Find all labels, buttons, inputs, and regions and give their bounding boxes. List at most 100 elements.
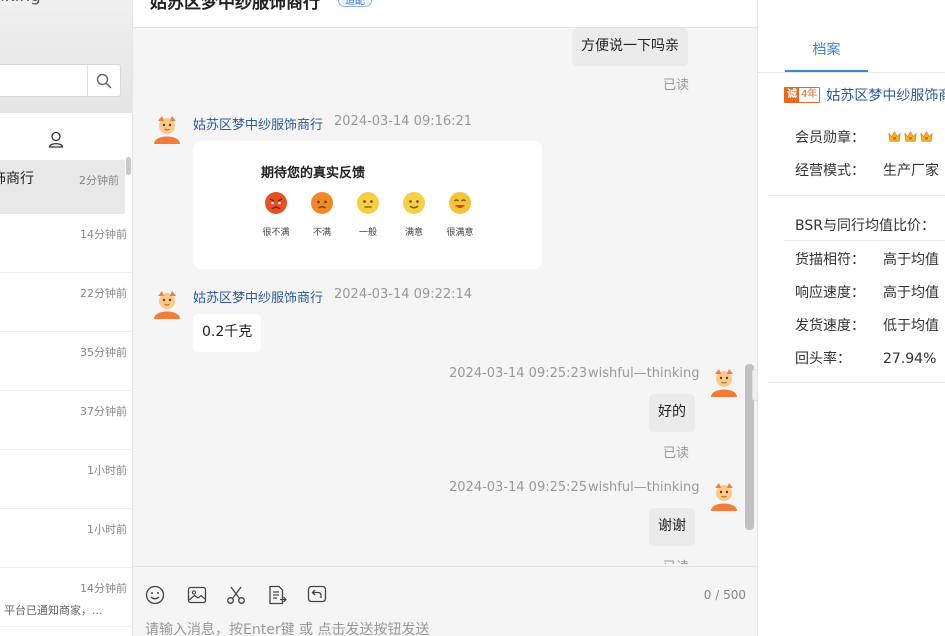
message-list: 方便说一下吗亲 已读 姑苏区梦中纱服饰商行 2024-03-14 09:16:2… [133,28,757,564]
message-bubble: 好的 [649,394,695,432]
feedback-option-very-satisfied[interactable]: 很满意 [440,191,480,238]
message-bubble: 0.2千克 [193,314,262,352]
laughing-face-icon [449,192,471,214]
search-icon [96,73,112,88]
message-sender: wishful—thinking [588,480,700,495]
read-status: 已读 [663,446,690,461]
composer: 0 / 500 [133,566,757,636]
conversation-item[interactable]: 14分钟前 [0,214,132,273]
chat-header: 姑苏区梦中纱服饰商行 适配 [133,0,757,28]
message-input[interactable] [145,619,725,636]
bsr-title: BSR与同行均值比价： [795,218,935,234]
conversation-time: 14分钟前 [80,582,127,595]
message-sender: wishful—thinking [588,366,700,381]
search-button[interactable] [87,65,120,96]
quick-reply-button[interactable] [306,584,328,606]
conversation-time: 37分钟前 [80,405,127,418]
info-row-business-model: 经营模式： 生产厂家 [795,160,939,179]
conversation-time: 22分钟前 [80,287,127,300]
user-icon [48,131,64,148]
sidebar-header: nking [0,0,132,113]
char-count: 0 / 500 [703,588,746,602]
image-icon [187,586,207,604]
feedback-option-label: 满意 [404,228,423,238]
conversation-item[interactable]: 37分钟前 [0,391,132,450]
bsr-value: 27.94% [883,351,937,367]
feedback-option-very-unsatisfied[interactable]: 很不满 [256,191,296,238]
integrity-badge-years: 4年 [801,89,818,100]
member-medals [887,129,934,144]
sidebar-scrollbar[interactable] [126,157,131,175]
merchant-avatar [154,116,180,144]
shop-header: 诚 4年 姑苏区梦中纱服饰商行 [784,86,945,104]
angry-face-icon [311,192,333,214]
message-time: 2024-03-14 09:22:14 [334,287,473,302]
tab-profile[interactable]: 档案 [785,28,868,72]
feedback-title: 期待您的真实反馈 [261,166,366,181]
shop-name-link[interactable]: 姑苏区梦中纱服饰商行 [826,85,945,105]
conversation-time: 14分钟前 [80,228,127,241]
profile-panel: 档案 诚 4年 姑苏区梦中纱服饰商行 会员勋章： 经营模式： 生产厂家 BSR与同… [757,0,945,636]
feedback-option-label: 很满意 [446,228,474,238]
feedback-option-label: 不满 [312,228,331,238]
message-sender: 姑苏区梦中纱服饰商行 [193,118,324,133]
message-time: 2024-03-14 09:16:21 [334,114,473,129]
contacts-tab[interactable] [44,128,68,150]
conversation-item[interactable]: 1小时前 [0,450,132,509]
bsr-row: 发货速度： 低于均值 [795,315,939,334]
conversation-time: 35分钟前 [80,346,127,359]
info-value: 生产厂家 [883,163,939,179]
medal-icon [888,131,902,142]
screenshot-button[interactable] [225,584,247,606]
search-input[interactable] [0,65,87,96]
account-name: nking [0,0,41,6]
very-angry-face-icon [265,192,287,214]
user-avatar [711,369,737,397]
message-time: 2024-03-14 09:25:23 [449,366,588,381]
document-send-icon [269,585,287,605]
chat-window: 姑苏区梦中纱服饰商行 适配 方便说一下吗亲 已读 姑苏区梦中纱服饰商行 2024… [133,0,757,636]
scissors-icon [227,586,245,604]
feedback-option-satisfied[interactable]: 满意 [394,191,434,238]
tab-divider [758,72,945,73]
conversation-item[interactable]: 35分钟前 [0,332,132,391]
section-divider [784,240,945,241]
medal-icon [920,131,934,142]
feedback-option-label: 一般 [358,228,377,238]
status-badge: 适配 [338,0,372,7]
conversation-time: 2分钟前 [79,174,119,187]
conversation-item[interactable]: 22分钟前 [0,273,132,332]
chat-title: 姑苏区梦中纱服饰商行 [150,0,320,13]
emoji-button[interactable] [144,584,166,606]
bsr-label: 发货速度： [795,318,865,334]
feedback-option-unsatisfied[interactable]: 不满 [302,191,342,238]
bsr-label: 响应速度： [795,285,865,301]
bsr-row: 货描相符： 高于均值 [795,249,939,268]
conversation-item[interactable]: 饰商行 2分钟前 [0,160,125,214]
bsr-row: 响应速度： 高于均值 [795,282,939,301]
search-box [0,64,121,97]
conversation-list: 饰商行 2分钟前 14分钟前 22分钟前 35分钟前 37分钟前 1小时前 1小… [0,157,132,627]
read-status: 已读 [663,78,690,93]
section-divider [768,195,945,196]
bsr-value: 高于均值 [883,252,939,268]
message-sender: 姑苏区梦中纱服饰商行 [193,291,324,306]
reply-icon [307,585,327,603]
conversation-item[interactable]: 14分钟前 平台已通知商家，... [0,568,132,627]
info-row-medal: 会员勋章： [795,127,934,146]
integrity-badge: 诚 4年 [784,87,821,103]
conversation-item[interactable]: 1小时前 [0,509,132,568]
message-bubble: 谢谢 [649,508,695,546]
message-time: 2024-03-14 09:25:25 [449,480,588,495]
info-label: 经营模式： [795,163,865,179]
bsr-value: 低于均值 [883,318,939,334]
feedback-card: 期待您的真实反馈 很不满 不满 一般 满意 很满意 [193,141,542,269]
bsr-label: 回头率： [795,351,851,367]
feedback-option-neutral[interactable]: 一般 [348,191,388,238]
order-button[interactable] [266,584,288,606]
medal-icon [904,131,918,142]
feedback-option-label: 很不满 [262,228,290,238]
read-status: 已读 [663,556,689,564]
image-button[interactable] [186,584,208,606]
conversation-time: 1小时前 [87,523,127,536]
